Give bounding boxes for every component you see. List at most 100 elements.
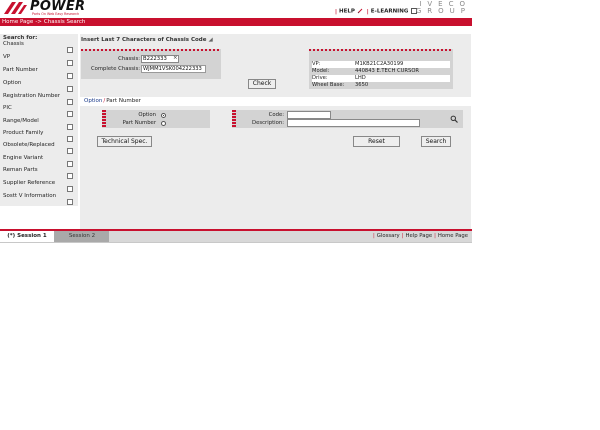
sidebar-item-label: Sostt V Information (3, 193, 57, 199)
info-key: Model: (312, 68, 330, 74)
sidebar-item-label: Product Family (3, 130, 44, 136)
sidebar-checkbox[interactable] (67, 111, 73, 117)
sidebar-item-label: Supplier Reference (3, 180, 56, 186)
sidebar-item-range-model[interactable]: Range/Model (0, 118, 78, 131)
sidebar-item-part-number[interactable]: Part Number (0, 67, 78, 80)
separator: | (335, 8, 338, 15)
clear-icon[interactable]: × (173, 55, 178, 61)
search-button[interactable]: Search (421, 136, 451, 147)
code-description-panel: Code: Description: (232, 110, 463, 128)
home-page-link[interactable]: Home Page (438, 233, 468, 239)
sidebar-checkbox[interactable] (67, 73, 73, 79)
breadcrumb-current: Chassis Search (43, 19, 86, 25)
panel-side-decoration (232, 110, 236, 128)
sidebar-item-label: Obsolete/Replaced (3, 142, 55, 148)
info-row-wheel-base: Wheel Base: 3650 (312, 82, 450, 89)
tab-part-number[interactable]: Part Number (106, 98, 141, 104)
radio-option-label: Option (138, 112, 156, 118)
power-logo-icon[interactable] (2, 1, 28, 15)
info-row-model: Model: 440843 E.TECH CURSOR (312, 68, 450, 75)
panel-border-decoration (81, 49, 221, 51)
separator: | (373, 233, 375, 239)
breadcrumb-arrow: -> (35, 19, 42, 25)
complete-chassis-label: Complete Chassis: (90, 66, 140, 72)
section-title: Insert Last 7 Characters of Chassis Code (81, 37, 207, 43)
sidebar-checkbox[interactable] (67, 60, 73, 66)
footer-links: | Glossary | Help Page | Home Page (371, 231, 468, 242)
sidebar-item-label: Engine Variant (3, 155, 44, 161)
iveco-group-logo: IVECO GROUP (405, 1, 471, 17)
separator: | (401, 233, 404, 239)
info-value: 440843 E.TECH CURSOR (355, 68, 420, 74)
radio-part-number-label: Part Number (122, 120, 156, 126)
sidebar-item-label: Chassis (3, 41, 24, 47)
breadcrumb-home-link[interactable]: Home Page (2, 19, 33, 25)
info-row-drive: Drive: LHD (312, 75, 450, 82)
sidebar-checkbox[interactable] (67, 86, 73, 92)
glossary-link[interactable]: Glossary (377, 233, 400, 239)
bottom-rule (0, 242, 472, 243)
sidebar-item-label: Range/Model (3, 118, 39, 124)
sidebar-item-engine-variant[interactable]: Engine Variant (0, 155, 78, 168)
technical-spec-button[interactable]: Technical Spec. (97, 136, 152, 147)
sidebar-item-label: Reman Parts (3, 167, 38, 173)
vehicle-info-panel: VP: M1KB21C2A30199 Model: 440843 E.TECH CU… (309, 49, 453, 89)
complete-chassis-value: WJMM1VSK004222333 (141, 65, 206, 73)
search-type-panel: Option Part Number (102, 110, 210, 128)
sidebar-item-registration-number[interactable]: Registration Number (0, 93, 78, 106)
chassis-label: Chassis: (118, 56, 140, 62)
sidebar-checkbox[interactable] (67, 199, 73, 205)
sidebar-checkbox[interactable] (67, 173, 73, 179)
separator: | (366, 8, 369, 15)
code-input[interactable] (287, 111, 331, 119)
sidebar-checkbox[interactable] (67, 148, 73, 154)
search-sidebar: Search for: Chassis VP Part Number Optio… (0, 34, 78, 206)
app-window: POWER Parts On Web Easy Research | HELP |… (0, 0, 472, 245)
info-key: Drive: (312, 75, 328, 81)
tab-session-1[interactable]: (*) Session 1 (0, 231, 55, 242)
sidebar-item-reman-parts[interactable]: Reman Parts (0, 167, 78, 180)
sidebar-checkbox[interactable] (67, 186, 73, 192)
description-label: Description: (252, 120, 284, 126)
help-link[interactable]: HELP (339, 9, 355, 15)
sidebar-item-label: Registration Number (3, 93, 61, 99)
info-key: VP: (312, 61, 321, 67)
help-pencil-icon[interactable] (357, 8, 363, 14)
tab-option[interactable]: Option (84, 98, 102, 104)
magnifier-icon[interactable] (450, 115, 458, 123)
sidebar-item-product-family[interactable]: Product Family (0, 130, 78, 143)
sidebar-item-label: Option (3, 80, 22, 86)
radio-option[interactable] (161, 113, 166, 118)
sidebar-item-obsolete-replaced[interactable]: Obsolete/Replaced (0, 142, 78, 155)
info-row-vp: VP: M1KB21C2A30199 (312, 61, 450, 68)
sidebar-item-label: VP (3, 54, 11, 60)
info-key: Wheel Base: (312, 82, 345, 88)
check-button[interactable]: Check (248, 79, 276, 89)
sidebar-item-label: Part Number (3, 67, 38, 73)
reset-button[interactable]: Reset (353, 136, 400, 147)
option-partnumber-bar: Option/Part Number (80, 97, 471, 106)
session-tabs: (*) Session 1 Session 2 | Glossary | Help P… (0, 231, 472, 242)
sidebar-item-vp[interactable]: VP (0, 54, 78, 67)
logo-tagline: Parts On Web Easy Research (32, 12, 80, 16)
sidebar-item-supplier-reference[interactable]: Supplier Reference (0, 180, 78, 193)
sidebar-item-chassis[interactable]: Chassis (0, 41, 78, 54)
collapse-chevron-icon[interactable]: ◢ (208, 37, 212, 43)
panel-side-decoration (102, 110, 106, 128)
sidebar-checkbox[interactable] (67, 47, 73, 53)
brand-logo-line2: GROUP (415, 7, 471, 15)
breadcrumb: Home Page -> Chassis Search (0, 18, 472, 26)
info-value: M1KB21C2A30199 (355, 61, 404, 67)
help-page-link[interactable]: Help Page (406, 233, 433, 239)
tab-session-2[interactable]: Session 2 (55, 231, 109, 242)
info-value: LHD (355, 75, 366, 81)
section-header: Insert Last 7 Characters of Chassis Code… (80, 36, 471, 44)
elearning-link[interactable]: E-LEARNING (371, 9, 409, 15)
sidebar-item-option[interactable]: Option (0, 80, 78, 93)
description-input[interactable] (287, 119, 420, 127)
sidebar-item-sostt-v-information[interactable]: Sostt V Information (0, 193, 78, 206)
header: POWER Parts On Web Easy Research | HELP |… (0, 0, 472, 18)
tab-separator: / (103, 98, 106, 104)
radio-part-number[interactable] (161, 121, 166, 126)
sidebar-item-pic[interactable]: PIC (0, 105, 78, 118)
